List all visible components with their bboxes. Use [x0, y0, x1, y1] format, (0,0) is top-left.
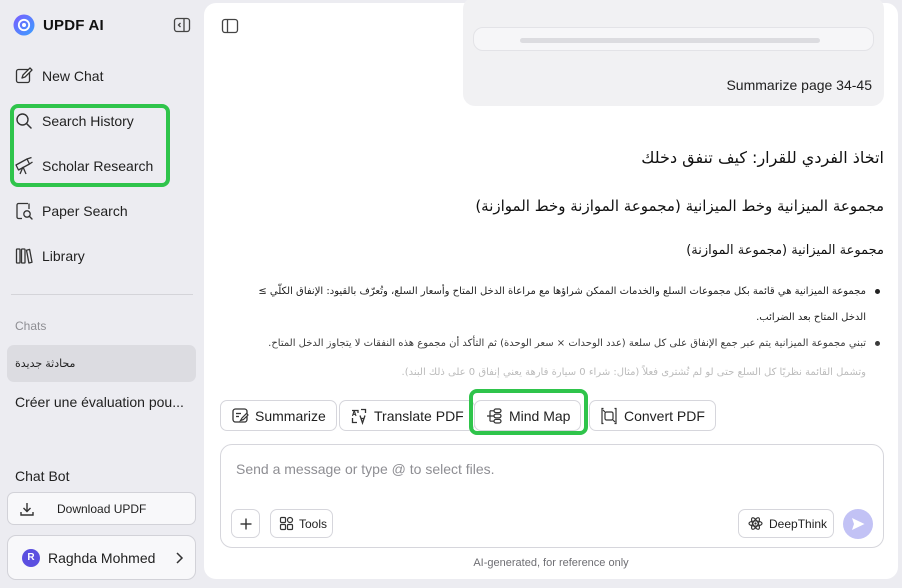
- panel-icon[interactable]: [221, 17, 239, 35]
- search-history-button[interactable]: Search History: [14, 107, 134, 135]
- chats-section-label: Chats: [15, 319, 47, 333]
- response-heading-1: اتخاذ الفردي للقرار: كيف تنفق دخلك: [641, 148, 884, 167]
- summarize-icon: [232, 407, 249, 423]
- new-chat-label: New Chat: [42, 68, 104, 84]
- deepthink-icon: [748, 517, 763, 530]
- chat-list-item-active[interactable]: محادثة جديدة: [7, 345, 196, 382]
- telescope-icon: [15, 156, 33, 175]
- summarize-button[interactable]: Summarize: [220, 400, 337, 431]
- mind-map-label: Mind Map: [509, 407, 571, 424]
- mind-map-button[interactable]: Mind Map: [474, 400, 582, 431]
- response-faded-line: وتشمل القائمة نظريًا كل السلع حتى لو لم …: [401, 367, 866, 378]
- response-bullet-item: تبني مجموعة الميزانية يتم عبر جمع الإنفا…: [244, 331, 884, 357]
- plus-icon: [240, 518, 251, 529]
- download-label: Download UPDF: [57, 501, 147, 516]
- chat-list-item[interactable]: Créer une évaluation pou...: [7, 383, 196, 420]
- app-name: UPDF AI: [43, 16, 104, 34]
- updf-logo-icon: [13, 14, 35, 36]
- ai-disclaimer: AI-generated, for reference only: [473, 557, 629, 569]
- convert-icon: [601, 407, 617, 424]
- download-icon: [20, 502, 34, 516]
- search-icon: [16, 113, 32, 129]
- scholar-research-button[interactable]: Scholar Research: [14, 152, 153, 180]
- tools-label: Tools: [299, 516, 328, 531]
- response-heading-3: مجموعة الميزانية (مجموعة الموازنة): [686, 243, 884, 258]
- avatar: R: [22, 548, 40, 567]
- message-composer: Tools DeepThink: [220, 444, 884, 548]
- response-bullet-list: مجموعة الميزانية هي قائمة بكل مجموعات ال…: [244, 279, 884, 357]
- translate-pdf-label: Translate PDF: [374, 407, 464, 424]
- translate-icon: [351, 408, 367, 425]
- attached-file-chip[interactable]: [473, 27, 874, 51]
- translate-pdf-button[interactable]: Translate PDF: [339, 400, 475, 431]
- main-panel: Summarize page 34-45 اتخاذ الفردي للقرار…: [204, 0, 898, 579]
- send-button[interactable]: [843, 509, 873, 539]
- library-button[interactable]: Library: [14, 242, 85, 270]
- send-icon: [852, 518, 865, 530]
- deepthink-label: DeepThink: [769, 516, 828, 531]
- file-chip-text-placeholder: [520, 38, 820, 43]
- tools-icon: [279, 516, 294, 531]
- user-message-text: Summarize page 34-45: [726, 77, 872, 93]
- mindmap-icon: [487, 407, 502, 424]
- add-attachment-button[interactable]: [231, 509, 260, 538]
- sidebar-divider: [11, 294, 193, 295]
- sidebar-collapse-icon[interactable]: [173, 16, 191, 34]
- new-chat-icon: [15, 67, 33, 84]
- response-heading-2: مجموعة الميزانية وخط الميزانية (مجموعة ا…: [475, 197, 884, 215]
- message-input[interactable]: [236, 461, 856, 477]
- deepthink-toggle[interactable]: DeepThink: [738, 509, 834, 538]
- tools-button[interactable]: Tools: [270, 509, 333, 538]
- user-message-bubble: Summarize page 34-45: [463, 0, 884, 106]
- chevron-right-icon: [176, 551, 184, 564]
- chatbot-label: Chat Bot: [15, 468, 70, 484]
- paper-search-icon: [16, 202, 33, 220]
- user-name: Raghda Mohmed: [48, 549, 156, 566]
- user-profile-button[interactable]: R Raghda Mohmed: [7, 535, 196, 580]
- paper-search-button[interactable]: Paper Search: [14, 197, 128, 225]
- summarize-label: Summarize: [255, 407, 326, 424]
- sidebar: UPDF AI New Chat Search History Scholar …: [0, 0, 204, 588]
- new-chat-button[interactable]: New Chat: [14, 62, 103, 90]
- library-icon: [15, 248, 33, 264]
- scholar-research-label: Scholar Research: [42, 158, 154, 174]
- convert-pdf-label: Convert PDF: [624, 407, 705, 424]
- library-label: Library: [42, 248, 85, 264]
- download-updf-button[interactable]: Download UPDF: [7, 492, 196, 525]
- convert-pdf-button[interactable]: Convert PDF: [589, 400, 716, 431]
- response-bullet-item: مجموعة الميزانية هي قائمة بكل مجموعات ال…: [244, 279, 884, 331]
- brand[interactable]: UPDF AI: [13, 14, 104, 36]
- paper-search-label: Paper Search: [42, 203, 128, 219]
- search-history-label: Search History: [42, 113, 134, 129]
